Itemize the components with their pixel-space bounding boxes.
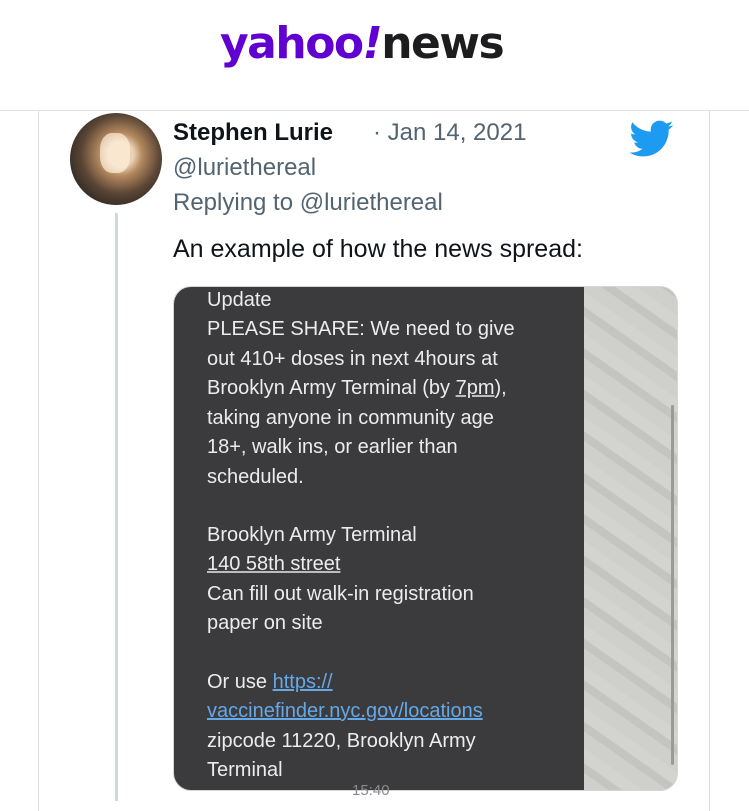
msg-address[interactable]: 140 58th street — [207, 553, 340, 576]
twitter-bird-icon[interactable] — [630, 120, 674, 158]
msg-line: Or use https:// — [207, 671, 333, 693]
msg-line: out 410+ doses in next 4hours at — [207, 348, 498, 370]
replying-to[interactable]: Replying to @luriethereal — [173, 189, 443, 217]
msg-line: Terminal — [207, 759, 283, 781]
thread-line — [115, 213, 118, 801]
vaccinefinder-link[interactable]: vaccinefinder.nyc.gov/locations — [207, 700, 483, 723]
avatar[interactable] — [70, 113, 162, 205]
msg-line: taking anyone in community age — [207, 407, 494, 429]
vaccinefinder-link[interactable]: https:// — [273, 671, 333, 693]
logo-news: news — [381, 18, 505, 69]
msg-line: paper on site — [207, 612, 323, 634]
author-handle[interactable]: @luriethereal — [173, 154, 316, 182]
logo-yahoo: yahoo — [220, 18, 364, 69]
msg-line: Can fill out walk-in registration — [207, 583, 474, 605]
msg-line: zipcode 11220, Brooklyn Army — [207, 730, 476, 752]
message-time: 15:40 — [352, 782, 390, 799]
yahoo-news-logo[interactable]: yahoo!news — [220, 18, 505, 69]
chat-wallpaper — [584, 287, 677, 790]
msg-line: Update — [207, 289, 272, 311]
msg-line: Brooklyn Army Terminal (by 7pm), — [207, 377, 507, 399]
site-header: yahoo!news — [0, 0, 749, 110]
msg-line: 18+, walk ins, or earlier than — [207, 436, 458, 458]
msg-line: scheduled. — [207, 466, 304, 488]
msg-line: Brooklyn Army Terminal — [207, 524, 417, 546]
screenshot-image[interactable]: Update PLEASE SHARE: We need to give out… — [173, 286, 678, 791]
author-name[interactable]: Stephen Lurie — [173, 119, 333, 147]
logo-bang: ! — [362, 18, 383, 69]
tweet-text: An example of how the news spread: — [173, 235, 583, 263]
scrollbar[interactable] — [671, 405, 674, 765]
tweet-date[interactable]: · Jan 14, 2021 — [373, 119, 526, 147]
msg-line: PLEASE SHARE: We need to give — [207, 318, 515, 340]
